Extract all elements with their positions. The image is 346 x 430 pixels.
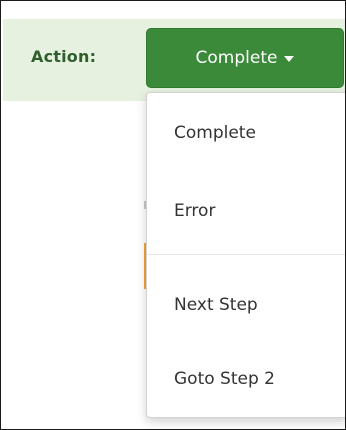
menu-item-goto-step-2[interactable]: Goto Step 2: [174, 369, 275, 389]
menu-item-complete[interactable]: Complete: [174, 123, 256, 143]
action-dropdown-menu: Complete Error Next Step Goto Step 2: [146, 92, 345, 418]
menu-item-error[interactable]: Error: [174, 201, 215, 221]
action-label: Action:: [31, 47, 97, 66]
caret-down-icon: [284, 56, 295, 62]
action-dropdown-button-label: Complete: [195, 48, 278, 68]
menu-item-next-step[interactable]: Next Step: [174, 295, 258, 315]
menu-divider: [147, 254, 345, 255]
action-dropdown-button[interactable]: Complete: [146, 28, 344, 88]
app-frame: Action: Complete Complete Error Next Ste…: [0, 0, 346, 430]
